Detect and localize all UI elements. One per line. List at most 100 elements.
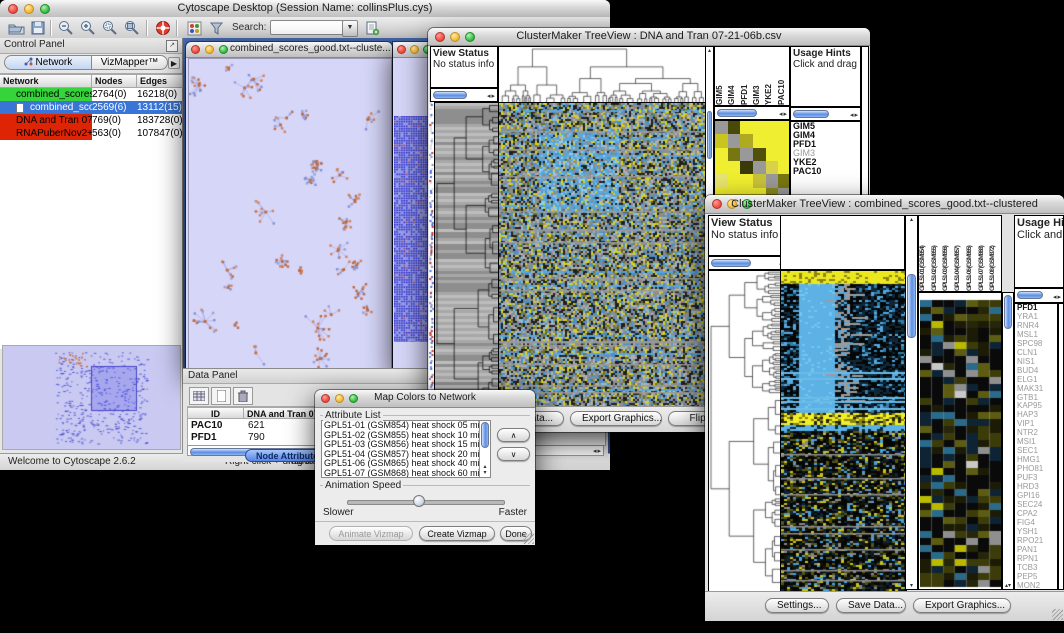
tv1-array-dendrogram[interactable] [498, 46, 707, 104]
save-session-icon[interactable] [28, 19, 48, 37]
tab-vizmapper[interactable]: VizMapper™ [92, 55, 168, 70]
zoom-heat-cell[interactable] [715, 161, 728, 174]
tv1-genelist-hscrollbar[interactable]: ◂▸ [790, 107, 861, 121]
col-header-nodes[interactable]: Nodes [92, 74, 137, 88]
create-vizmap-button[interactable]: Create Vizmap [419, 526, 495, 541]
treeview2-titlebar[interactable]: ClusterMaker TreeView : combined_scores_… [705, 195, 1064, 214]
settings-button[interactable]: Settings... [765, 598, 829, 613]
minimize-button[interactable] [205, 45, 214, 54]
export-graphics-button[interactable]: Export Graphics... [570, 411, 662, 426]
move-up-button[interactable]: ∧ [497, 428, 530, 442]
zoom-heat-cell[interactable] [766, 121, 779, 134]
tv2-heatmap-vscrollbar[interactable]: ▴ ▾ [905, 215, 918, 590]
tv1-heatmap[interactable] [498, 102, 707, 409]
zoom-heat-cell[interactable] [728, 134, 741, 147]
zoom-fit-icon[interactable] [122, 19, 142, 37]
zoom-heat-cell[interactable] [715, 134, 728, 147]
float-panel-icon[interactable]: ↗ [166, 40, 178, 52]
zoom-heat-cell[interactable] [766, 148, 779, 161]
tab-overflow-button[interactable]: ▶ [168, 57, 180, 69]
zoom-heat-cell[interactable] [728, 148, 741, 161]
zoom-heat-cell[interactable] [740, 121, 753, 134]
animate-vizmap-button[interactable]: Animate Vizmap [329, 526, 413, 541]
network-canvas[interactable] [188, 58, 392, 369]
col-header-edges[interactable]: Edges [137, 74, 183, 88]
close-button[interactable] [191, 45, 200, 54]
import-table-icon[interactable] [362, 19, 382, 37]
search-input[interactable] [270, 20, 344, 35]
id-column-header[interactable]: ID [188, 407, 244, 419]
attribute-list-vscrollbar[interactable]: ▴▾ [479, 421, 490, 477]
tv2-zoom-heatmap[interactable] [920, 296, 1001, 588]
zoom-button[interactable] [219, 45, 228, 54]
col-header-network[interactable]: Network [0, 74, 92, 88]
zoom-heat-cell[interactable] [728, 174, 741, 187]
zoom-heat-cell[interactable] [753, 134, 766, 147]
gene-name[interactable]: MON2 [1015, 582, 1057, 590]
minimize-button[interactable] [410, 45, 419, 54]
zoom-heat-cell[interactable] [778, 134, 790, 147]
tab-network[interactable]: Network [4, 55, 92, 70]
main-titlebar[interactable]: Cytoscape Desktop (Session Name: collins… [0, 0, 610, 18]
speed-slider-thumb[interactable] [413, 495, 425, 507]
tv2-status-hscrollbar[interactable]: ◂▸ [708, 256, 790, 270]
table-icon[interactable] [189, 387, 209, 405]
resize-grip[interactable] [1052, 609, 1063, 620]
zoom-heat-cell[interactable] [740, 174, 753, 187]
help-ring-icon[interactable] [153, 19, 173, 37]
network-row[interactable]: RNAPuberNov2+ 563(0) 107847(0) [0, 127, 182, 140]
zoom-heat-cell[interactable] [740, 148, 753, 161]
zoom-heat-cell[interactable] [766, 174, 779, 187]
network-row[interactable]: combined_sco 2569(6) 13112(15) [0, 101, 182, 114]
filter-icon[interactable] [206, 19, 226, 37]
tv1-gene-dendrogram[interactable] [434, 102, 500, 409]
move-down-button[interactable]: ∨ [497, 447, 530, 461]
tv2-zoom-vscrollbar[interactable]: ▴▾ [1002, 292, 1014, 590]
tv2-gene-list[interactable]: PFD1YRA1RNR4MSL1SPC98CLN1NIS1BUD4ELG1MAK… [1014, 303, 1058, 590]
treeview1-titlebar[interactable]: ClusterMaker TreeView : DNA and Tran 07-… [428, 28, 870, 46]
new-attribute-icon[interactable] [211, 387, 231, 405]
attribute-item[interactable]: GPL51-07 (GSM868) heat shock 60 min [322, 469, 490, 478]
save-data-button[interactable]: Save Data... [836, 598, 906, 613]
export-graphics-button[interactable]: Export Graphics... [913, 598, 1011, 613]
vizmap-icon[interactable] [184, 19, 204, 37]
zoom-heat-cell[interactable] [715, 174, 728, 187]
zoom-in-icon[interactable] [78, 19, 98, 37]
network-view-titlebar[interactable]: combined_scores_good.txt--cluste... [186, 42, 392, 58]
tv1-status-hscrollbar[interactable]: ◂▸ [430, 88, 498, 102]
zoom-heat-cell[interactable] [778, 174, 790, 187]
zoom-heat-cell[interactable] [753, 148, 766, 161]
tv1-zoom-heatmap[interactable] [715, 121, 790, 201]
tv1-zoom-hscrollbar[interactable]: ◂▸ [714, 106, 790, 120]
tv2-genelist-hscrollbar[interactable]: ◂▸ [1014, 288, 1064, 303]
zoom-heat-cell[interactable] [778, 121, 790, 134]
zoom-heat-cell[interactable] [715, 121, 728, 134]
zoom-heat-cell[interactable] [753, 121, 766, 134]
dialog-titlebar[interactable]: Map Colors to Network [315, 390, 535, 408]
tv2-gene-dendrogram[interactable] [708, 270, 782, 592]
zoom-heat-cell[interactable] [740, 134, 753, 147]
birdseye-view[interactable] [2, 345, 181, 450]
tv2-genelist-vscrollbar[interactable] [1058, 303, 1064, 590]
open-session-icon[interactable] [6, 19, 26, 37]
resize-grip[interactable] [523, 533, 534, 544]
speed-slider-track[interactable] [347, 500, 505, 505]
zoom-heat-cell[interactable] [778, 148, 790, 161]
zoom-heat-cell[interactable] [778, 161, 790, 174]
zoom-out-icon[interactable] [56, 19, 76, 37]
network-view2-titlebar[interactable] [393, 42, 433, 58]
tv2-array-dendrogram-area[interactable] [780, 215, 905, 270]
tv2-heatmap[interactable] [780, 270, 907, 592]
gene-name[interactable]: PAC10 [791, 167, 860, 176]
zoom-selected-icon[interactable] [100, 19, 120, 37]
dense-network-canvas[interactable] [394, 116, 431, 342]
attribute-list[interactable]: GPL51-01 (GSM854) heat shock 05 minGPL51… [321, 420, 491, 478]
zoom-heat-cell[interactable] [715, 148, 728, 161]
zoom-heat-cell[interactable] [740, 161, 753, 174]
trash-icon[interactable] [233, 387, 253, 405]
close-button[interactable] [397, 45, 406, 54]
search-dropdown-button[interactable]: ▼ [342, 20, 358, 37]
zoom-heat-cell[interactable] [753, 174, 766, 187]
network-row[interactable]: combined_scores 2764(0) 16218(0) [0, 88, 182, 101]
network-row[interactable]: DNA and Tran 07 769(0) 183728(0) [0, 114, 182, 127]
